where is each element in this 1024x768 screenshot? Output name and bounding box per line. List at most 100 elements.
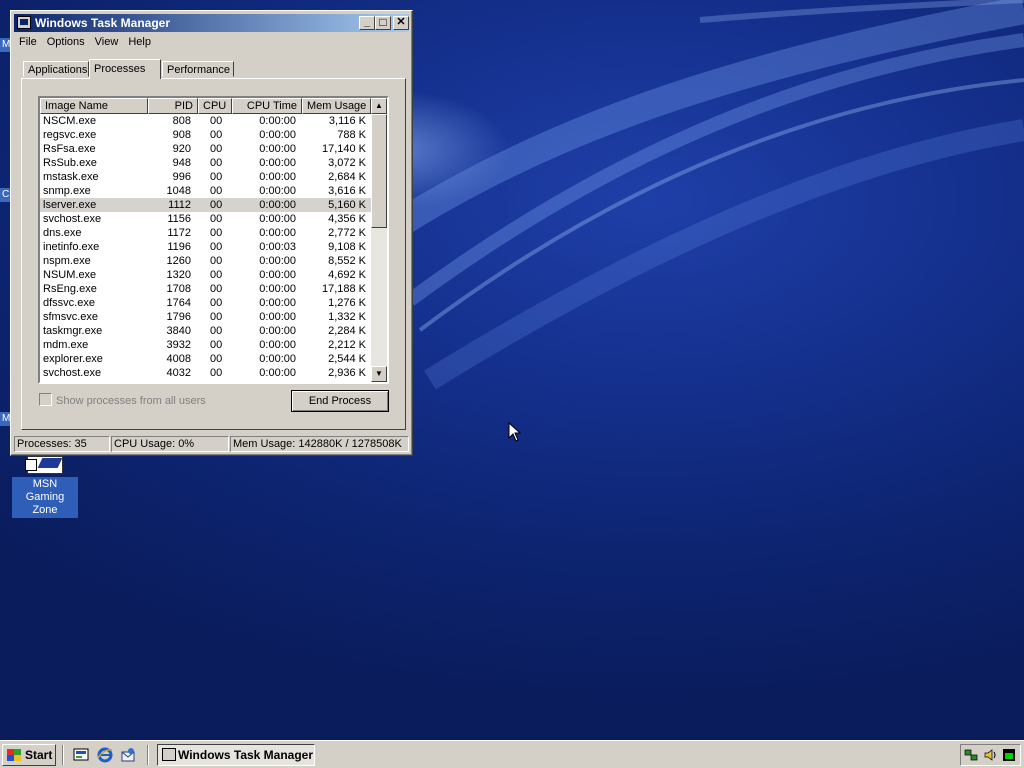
table-row[interactable]: sfmsvc.exe 1796 00 0:00:00 1,332 K	[40, 310, 371, 324]
process-pid: 908	[172, 129, 191, 141]
process-mem-usage: 8,552 K	[328, 255, 366, 267]
process-cpu: 00	[210, 227, 223, 239]
taskbar-separator	[62, 745, 64, 765]
scroll-up-icon[interactable]: ▲	[371, 98, 387, 114]
process-cpu: 00	[210, 157, 223, 169]
process-mem-usage: 2,936 K	[328, 367, 366, 379]
table-row[interactable]: regsvc.exe 908 00 0:00:00 788 K	[40, 128, 371, 142]
process-pid: 4008	[166, 353, 191, 365]
network-icon[interactable]	[964, 748, 978, 762]
status-mem-usage: Mem Usage: 142880K / 1278508K	[230, 436, 409, 452]
task-manager-icon	[17, 16, 31, 29]
process-list[interactable]: Image Name PID CPU CPU Time Mem Usage NS…	[38, 96, 389, 384]
scroll-down-icon[interactable]: ▼	[371, 366, 387, 382]
table-row[interactable]: taskmgr.exe 3840 00 0:00:00 2,284 K	[40, 324, 371, 338]
process-name: explorer.exe	[43, 353, 103, 365]
desktop-icon-edge[interactable]: M	[0, 38, 10, 52]
process-mem-usage: 3,616 K	[328, 185, 366, 197]
status-bar: Processes: 35 CPU Usage: 0% Mem Usage: 1…	[14, 436, 409, 452]
msn-gaming-zone-icon	[25, 456, 63, 474]
table-row[interactable]: nspm.exe 1260 00 0:00:00 8,552 K	[40, 254, 371, 268]
process-pid: 996	[172, 171, 191, 183]
table-row[interactable]: lserver.exe 1112 00 0:00:00 5,160 K	[40, 198, 371, 212]
checkbox-box[interactable]	[39, 393, 52, 406]
table-row[interactable]: inetinfo.exe 1196 00 0:00:03 9,108 K	[40, 240, 371, 254]
desktop-icon-edge[interactable]: M	[0, 412, 10, 426]
tab-processes[interactable]: Processes	[89, 59, 161, 79]
process-pid: 1048	[166, 185, 191, 197]
vertical-scrollbar[interactable]: ▲ ▼	[371, 98, 387, 382]
table-row[interactable]: svchost.exe 1156 00 0:00:00 4,356 K	[40, 212, 371, 226]
table-row[interactable]: mdm.exe 3932 00 0:00:00 2,212 K	[40, 338, 371, 352]
process-cpu: 00	[210, 185, 223, 197]
task-manager-cpu-icon[interactable]	[1002, 748, 1016, 762]
close-button[interactable]: ✕	[393, 16, 409, 30]
process-mem-usage: 2,684 K	[328, 171, 366, 183]
internet-explorer-icon[interactable]	[97, 747, 113, 763]
table-row[interactable]: RsSub.exe 948 00 0:00:00 3,072 K	[40, 156, 371, 170]
desktop-icon-edge[interactable]: C	[0, 188, 10, 202]
process-cpu-time: 0:00:00	[259, 283, 296, 295]
outlook-express-icon[interactable]	[120, 747, 136, 763]
column-cpu[interactable]: CPU	[198, 98, 232, 114]
tab-applications[interactable]: Applications	[23, 61, 89, 77]
column-pid[interactable]: PID	[148, 98, 198, 114]
process-name: NSUM.exe	[43, 269, 97, 281]
minimize-button[interactable]: _	[359, 16, 375, 30]
column-mem-usage[interactable]: Mem Usage	[302, 98, 371, 114]
windows-flag-icon	[7, 749, 21, 761]
menu-file[interactable]: File	[14, 34, 42, 50]
maximize-button[interactable]: □	[375, 16, 391, 30]
desktop-icon-msn-gaming-zone[interactable]: MSN Gaming Zone	[12, 456, 78, 518]
process-cpu-time: 0:00:00	[259, 129, 296, 141]
title-bar[interactable]: Windows Task Manager _ □ ✕	[14, 14, 409, 32]
taskbar-button-label: Windows Task Manager	[178, 748, 314, 762]
scroll-thumb[interactable]	[371, 114, 387, 228]
process-mem-usage: 3,116 K	[328, 115, 366, 127]
menu-view[interactable]: View	[90, 34, 124, 50]
process-name: inetinfo.exe	[43, 241, 100, 253]
volume-icon[interactable]	[983, 748, 997, 762]
process-mem-usage: 2,212 K	[328, 339, 366, 351]
process-name: RsEng.exe	[43, 283, 97, 295]
task-manager-icon	[162, 748, 176, 761]
column-cpu-time[interactable]: CPU Time	[232, 98, 302, 114]
process-cpu: 00	[210, 325, 223, 337]
mouse-cursor-icon	[508, 422, 522, 442]
task-manager-window: Windows Task Manager _ □ ✕ File Options Vi…	[10, 10, 413, 456]
start-label: Start	[25, 748, 53, 762]
menu-options[interactable]: Options	[42, 34, 90, 50]
process-name: dns.exe	[43, 227, 82, 239]
process-name: mdm.exe	[43, 339, 89, 351]
table-row[interactable]: NSCM.exe 808 00 0:00:00 3,116 K	[40, 114, 371, 128]
table-row[interactable]: RsEng.exe 1708 00 0:00:00 17,188 K	[40, 282, 371, 296]
table-row[interactable]: explorer.exe 4008 00 0:00:00 2,544 K	[40, 352, 371, 366]
table-row[interactable]: dns.exe 1172 00 0:00:00 2,772 K	[40, 226, 371, 240]
process-pid: 3932	[166, 339, 191, 351]
process-name: snmp.exe	[43, 185, 91, 197]
start-button[interactable]: Start	[2, 744, 56, 766]
process-list-header: Image Name PID CPU CPU Time Mem Usage	[40, 98, 371, 114]
process-cpu: 00	[210, 297, 223, 309]
tab-performance[interactable]: Performance	[162, 61, 234, 77]
table-row[interactable]: dfssvc.exe 1764 00 0:00:00 1,276 K	[40, 296, 371, 310]
process-cpu-time: 0:00:00	[259, 227, 296, 239]
process-cpu: 00	[210, 241, 223, 253]
show-desktop-icon[interactable]	[73, 747, 89, 763]
table-row[interactable]: mstask.exe 996 00 0:00:00 2,684 K	[40, 170, 371, 184]
end-process-button[interactable]: End Process	[291, 390, 389, 412]
process-cpu-time: 0:00:00	[259, 171, 296, 183]
menu-help[interactable]: Help	[123, 34, 156, 50]
taskbar-button-task-manager[interactable]: Windows Task Manager	[157, 744, 315, 766]
column-image-name[interactable]: Image Name	[40, 98, 148, 114]
show-all-users-checkbox[interactable]: Show processes from all users	[39, 393, 206, 407]
process-name: RsSub.exe	[43, 157, 97, 169]
process-mem-usage: 788 K	[337, 129, 366, 141]
table-row[interactable]: NSUM.exe 1320 00 0:00:00 4,692 K	[40, 268, 371, 282]
table-row[interactable]: RsFsa.exe 920 00 0:00:00 17,140 K	[40, 142, 371, 156]
desktop-icon-label: MSN Gaming Zone	[12, 477, 78, 518]
taskbar: Start Windows Task Manager	[0, 740, 1024, 768]
table-row[interactable]: snmp.exe 1048 00 0:00:00 3,616 K	[40, 184, 371, 198]
process-cpu: 00	[210, 129, 223, 141]
table-row[interactable]: svchost.exe 4032 00 0:00:00 2,936 K	[40, 366, 371, 380]
